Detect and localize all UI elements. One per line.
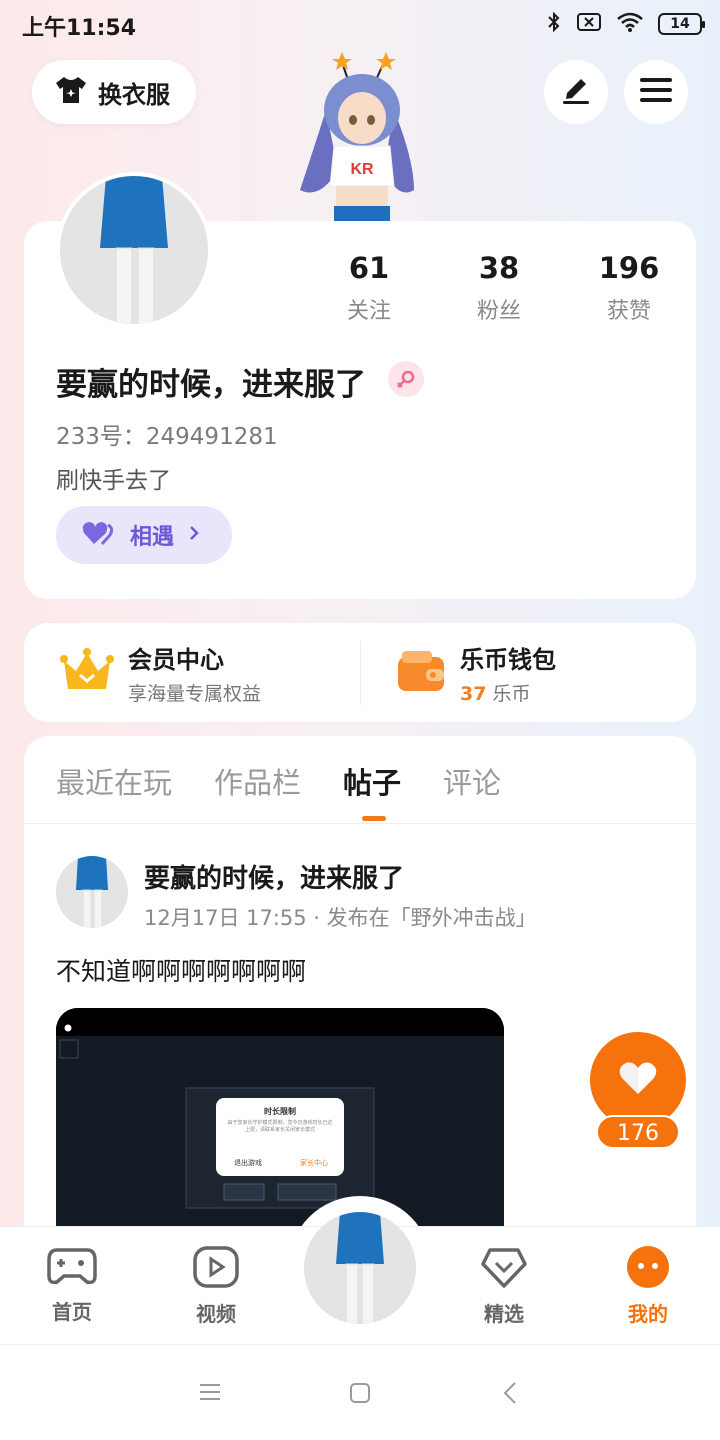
nav-featured-label: 精选 <box>484 1302 524 1326</box>
like-count: 176 <box>596 1115 680 1149</box>
coin-unit: 乐币 <box>492 682 531 705</box>
heart-icon <box>82 520 116 550</box>
meet-button[interactable]: 相遇 <box>56 506 232 564</box>
wallet-entry[interactable]: 乐币钱包 37 乐币 <box>360 623 696 722</box>
coin-amount: 37 <box>460 682 487 705</box>
wallet-title: 乐币钱包 <box>460 645 556 674</box>
tab-comments[interactable]: 评论 <box>443 760 501 802</box>
no-sim-icon <box>576 11 602 37</box>
battery-indicator: 14 <box>658 13 705 35</box>
nav-video[interactable]: 视频 <box>171 1246 261 1327</box>
dialog-body: 由于您家长守护模式限制，您今日游戏时长已达上限，请联系家长关闭家长模式 <box>227 1120 333 1133</box>
nav-video-label: 视频 <box>196 1302 236 1326</box>
stats-row: 61 关注 38 粉丝 196 获赞 <box>304 251 694 325</box>
edit-profile-button[interactable] <box>544 60 608 124</box>
following-count: 61 <box>348 251 390 285</box>
user-bio: 刷快手去了 <box>56 468 171 494</box>
crown-icon <box>60 647 114 699</box>
chevron-right-icon <box>188 524 200 546</box>
heart-icon <box>618 1060 658 1100</box>
nav-home-label: 首页 <box>52 1300 92 1324</box>
vip-wallet-card: 会员中心 享海量专属权益 乐币钱包 37 乐币 <box>24 623 696 722</box>
tab-works[interactable]: 作品栏 <box>214 760 301 802</box>
home-icon[interactable] <box>349 1382 371 1408</box>
following-stat[interactable]: 61 关注 <box>304 251 434 325</box>
dialog-title: 时长限制 <box>264 1107 296 1116</box>
likes-stat[interactable]: 196 获赞 <box>564 251 694 325</box>
post-author-name[interactable]: 要赢的时候，进来服了 <box>144 858 404 895</box>
followers-stat[interactable]: 38 粉丝 <box>434 251 564 325</box>
system-nav-bar <box>0 1344 720 1440</box>
user-id: 233号：249491281 <box>56 424 278 450</box>
nav-mine-label: 我的 <box>628 1302 668 1326</box>
dialog-parent-center: 家长中心 <box>300 1159 328 1167</box>
profile-tabs: 最近在玩 作品栏 帖子 评论 <box>56 760 501 802</box>
bluetooth-icon <box>546 10 562 38</box>
change-outfit-button[interactable]: 换衣服 <box>32 60 196 124</box>
nav-center-avatar[interactable] <box>304 1212 416 1324</box>
active-tab-indicator <box>362 816 386 821</box>
change-outfit-label: 换衣服 <box>98 80 170 109</box>
tab-posts[interactable]: 帖子 <box>343 760 401 802</box>
followers-label: 粉丝 <box>476 299 521 324</box>
recent-apps-icon[interactable] <box>199 1383 221 1405</box>
like-button[interactable] <box>590 1032 686 1128</box>
likes-label: 获赞 <box>606 299 651 324</box>
member-center-entry[interactable]: 会员中心 享海量专属权益 <box>24 623 360 722</box>
status-bar: 上午11:54 14 <box>0 0 720 50</box>
meet-label: 相遇 <box>130 525 175 550</box>
likes-count: 196 <box>598 251 660 285</box>
face-icon <box>625 1246 671 1292</box>
heart-diamond-icon <box>480 1248 528 1292</box>
dialog-exit-game: 退出游戏 <box>234 1159 262 1167</box>
play-icon <box>193 1246 239 1292</box>
menu-button[interactable] <box>624 60 688 124</box>
post-text: 不知道啊啊啊啊啊啊啊 <box>56 957 307 986</box>
followers-count: 38 <box>478 251 520 285</box>
username: 要赢的时候，进来服了 <box>56 367 366 403</box>
avatar-character[interactable]: KR <box>290 50 430 222</box>
gamepad-icon <box>47 1248 97 1290</box>
status-time: 上午11:54 <box>22 16 137 41</box>
tabs-divider <box>24 823 696 824</box>
member-center-subtitle: 享海量专属权益 <box>128 682 262 705</box>
wallet-icon <box>396 649 446 697</box>
wifi-icon <box>616 11 644 37</box>
following-label: 关注 <box>346 299 391 324</box>
back-icon[interactable] <box>503 1381 517 1409</box>
tshirt-icon <box>54 75 88 109</box>
female-gender-icon <box>388 361 424 397</box>
menu-icon <box>640 77 672 107</box>
post-author-avatar[interactable] <box>56 856 128 928</box>
post-meta: 12月17日 17:55 · 发布在「野外冲击战」 <box>144 906 537 930</box>
status-icons: 14 <box>546 10 705 38</box>
wallet-balance: 37 乐币 <box>460 679 556 706</box>
svg-text:KR: KR <box>350 161 374 178</box>
nav-featured[interactable]: 精选 <box>459 1246 549 1327</box>
time-limit-dialog: 时长限制 由于您家长守护模式限制，您今日游戏时长已达上限，请联系家长关闭家长模式… <box>216 1098 344 1176</box>
nav-home[interactable]: 首页 <box>27 1246 117 1325</box>
edit-icon <box>559 75 593 109</box>
nav-mine[interactable]: 我的 <box>603 1246 693 1327</box>
tab-recent-played[interactable]: 最近在玩 <box>56 760 172 802</box>
profile-avatar[interactable] <box>56 172 212 328</box>
member-center-title: 会员中心 <box>128 645 224 674</box>
